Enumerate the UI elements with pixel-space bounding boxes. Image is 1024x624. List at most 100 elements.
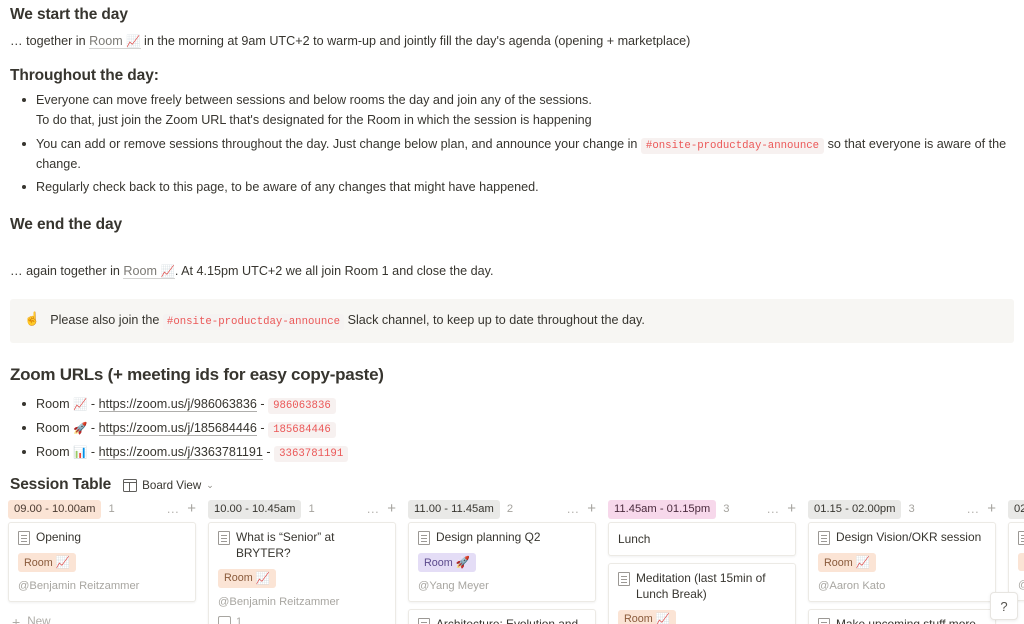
card-title-row: Make upcoming stuff more visible: [818, 617, 986, 624]
document-body: We start the day … together in Room 📈 in…: [0, 0, 1024, 283]
card-room-tag[interactable]: Room 📈: [818, 553, 877, 573]
chart-increasing-icon: 📈: [73, 396, 88, 411]
column-menu-button[interactable]: …: [766, 502, 780, 515]
card-room-label: Room: [24, 556, 53, 569]
column-card-count: 1: [308, 503, 315, 516]
pointing-up-icon: ☝️: [24, 311, 41, 327]
zoom-urls-list: Room 📈 - https://zoom.us/j/986063836 - 9…: [10, 389, 1014, 465]
column-card-count: 2: [506, 503, 514, 516]
room-link-end[interactable]: Room 📈: [123, 264, 175, 280]
heading-zoom-urls: Zoom URLs (+ meeting ids for easy copy-p…: [10, 364, 384, 384]
list-item: Room 🚀 - https://zoom.us/j/185684446 - 1…: [22, 417, 1014, 441]
slack-channel-code-inline[interactable]: #onsite-productday-announce: [640, 137, 825, 154]
column-menu-button[interactable]: …: [566, 502, 580, 515]
chart-increasing-icon: 📈: [655, 611, 671, 624]
column-time-badge: 10.00 - 10.45am: [208, 500, 302, 519]
zoom-meeting-id-0[interactable]: 986063836: [268, 397, 336, 414]
chart-increasing-icon: 📈: [55, 555, 71, 570]
column-add-card-button[interactable]: +: [787, 501, 796, 516]
page-icon: [618, 572, 630, 587]
zoom-url-1[interactable]: https://zoom.us/j/185684446: [98, 420, 257, 436]
column-header: 11.45am - 01.15pm 3 … +: [608, 496, 796, 522]
column-header: 09.00 - 10.00am 1 … +: [8, 496, 196, 522]
card-room-tag[interactable]: Room 📈: [18, 553, 77, 573]
card-title-row: Design Vision/OKR session: [818, 530, 986, 546]
board-card[interactable]: Design planning Q2 Room 🚀 @Yang Meyer: [408, 522, 596, 603]
column-time-badge: 02.1: [1008, 500, 1024, 519]
board-card[interactable]: Meditation (last 15min of Lunch Break) Ro…: [608, 563, 796, 624]
plus-icon: +: [12, 613, 21, 624]
card-title: Lunch: [618, 532, 651, 547]
zoom-sep2: -: [262, 444, 275, 459]
slack-channel-code-callout[interactable]: #onsite-productday-announce: [162, 314, 345, 331]
column-card-count: 1: [108, 503, 115, 516]
throughout-list: Everyone can move freely between session…: [10, 87, 1014, 200]
card-assignee: @Yang Meyer: [418, 580, 489, 593]
throughout-item-1-pre: You can add or remove sessions throughou…: [36, 136, 641, 151]
start-para-pre: … together in: [10, 34, 90, 48]
card-title: Make upcoming stuff more visible: [836, 617, 986, 624]
board-card[interactable]: Lunch: [608, 522, 796, 557]
card-tag-row: Room 🚀: [418, 546, 586, 573]
column-header: 02.1: [1008, 496, 1024, 522]
column-add-card-button[interactable]: +: [387, 501, 396, 516]
room-link-end-label: Room: [123, 264, 158, 279]
zoom-room-0-label: Room: [36, 396, 70, 411]
chevron-down-icon: ⌄: [206, 479, 214, 490]
card-room-tag[interactable]: Room 🚀: [418, 553, 477, 573]
column-card-count: 3: [723, 503, 730, 516]
board-view-selector[interactable]: Board View ⌄: [119, 477, 218, 494]
card-room-tag[interactable]: Room 📈: [618, 609, 677, 624]
column-time-badge: 09.00 - 10.00am: [8, 500, 102, 519]
comment-count-value: 1: [236, 615, 243, 624]
board-card[interactable]: Opening Room 📈 @Benjamin Reitzammer: [8, 522, 196, 603]
column-add-card-button[interactable]: +: [187, 501, 196, 516]
column-menu-button[interactable]: …: [966, 502, 980, 515]
board-card[interactable]: Visi Roo @Ma: [1008, 522, 1024, 602]
heading-we-start-the-day: We start the day: [10, 6, 128, 23]
list-item: Regularly check back to this page, to be…: [22, 176, 1014, 200]
card-title-row: Meditation (last 15min of Lunch Break): [618, 571, 786, 602]
throughout-item-0-line1: Everyone can move freely between session…: [36, 92, 592, 107]
zoom-sep: -: [87, 420, 99, 435]
list-item: You can add or remove sessions throughou…: [22, 133, 1014, 177]
board-card[interactable]: Make upcoming stuff more visibleRoom🚀: [808, 609, 996, 624]
column-menu-button[interactable]: …: [366, 502, 380, 515]
card-comment-count[interactable]: 1: [218, 616, 386, 624]
page-icon: [418, 531, 430, 546]
zoom-room-1-label: Room: [36, 420, 70, 435]
kanban-board[interactable]: 09.00 - 10.00am 1 … + Opening Room 📈 @Benjamin …: [0, 496, 1024, 624]
column-menu-button[interactable]: …: [166, 502, 180, 515]
board-card[interactable]: What is “Senior” at BRYTER? Room 📈 @Benjami…: [208, 522, 396, 624]
throughout-item-2-line1: Regularly check back to this page, to be…: [36, 180, 539, 195]
help-button[interactable]: ?: [990, 592, 1018, 620]
chart-increasing-icon: 📈: [855, 555, 871, 570]
zoom-sep2: -: [256, 396, 269, 411]
card-title: Meditation (last 15min of Lunch Break): [636, 571, 766, 602]
add-new-card-button[interactable]: + New: [8, 609, 196, 624]
chart-increasing-icon: 📈: [126, 34, 141, 48]
page-root: We start the day … together in Room 📈 in…: [0, 0, 1024, 624]
card-tag-row: Room 📈: [18, 546, 186, 573]
card-title: What is “Senior” at BRYTER?: [236, 530, 335, 561]
zoom-meeting-id-1[interactable]: 185684446: [268, 421, 336, 438]
paragraph-end-day: … again together in Room 📈. At 4.15pm UT…: [10, 236, 1014, 283]
board-card[interactable]: Design Vision/OKR session Room 📈 @Aaron Kat…: [808, 522, 996, 603]
room-link-start-label: Room: [89, 34, 123, 48]
column-header: 11.00 - 11.45am 2 … +: [408, 496, 596, 522]
zoom-meeting-id-2[interactable]: 3363781191: [274, 445, 349, 462]
card-title-row: Visi: [1018, 530, 1024, 546]
column-add-card-button[interactable]: +: [587, 501, 596, 516]
help-label: ?: [1000, 598, 1008, 614]
zoom-urls-section: Zoom URLs (+ meeting ids for easy copy-p…: [0, 343, 1024, 465]
card-room-tag[interactable]: Roo: [1018, 553, 1024, 572]
board-card[interactable]: Architecture: Evolution and Outlook: [408, 609, 596, 624]
room-link-start[interactable]: Room 📈: [89, 34, 141, 49]
column-header: 01.15 - 02.00pm 3 … +: [808, 496, 996, 522]
add-new-card-label: New: [27, 615, 51, 624]
column-add-card-button[interactable]: +: [987, 501, 996, 516]
page-title: Session Table: [10, 476, 112, 494]
zoom-url-2[interactable]: https://zoom.us/j/3363781191: [98, 444, 263, 460]
card-room-tag[interactable]: Room 📈: [218, 568, 277, 588]
zoom-url-0[interactable]: https://zoom.us/j/986063836: [98, 396, 257, 412]
